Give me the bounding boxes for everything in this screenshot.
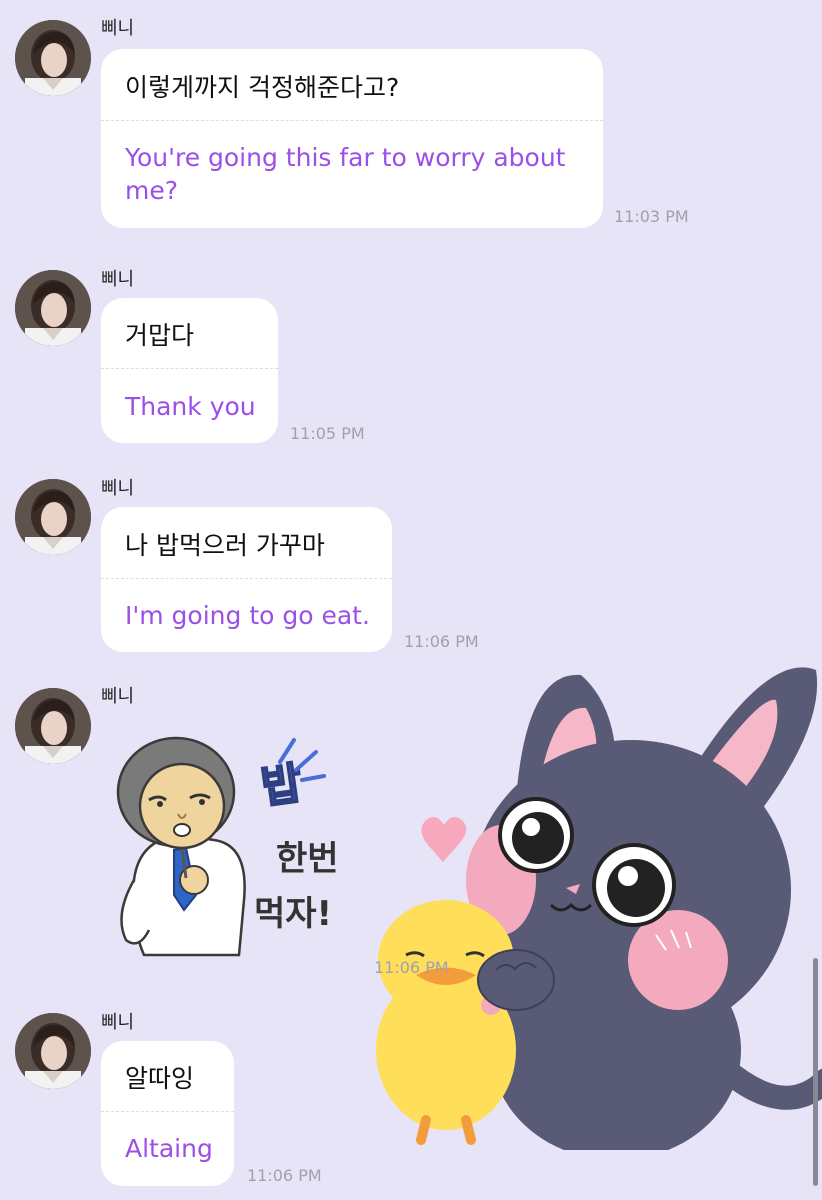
- message-bubble[interactable]: 알따잉 Altaing: [101, 1041, 234, 1186]
- bubble-divider: [101, 368, 278, 369]
- original-text: 나 밥먹으러 가꾸마: [125, 531, 325, 560]
- timestamp: 11:03 PM: [614, 207, 689, 226]
- timestamp: 11:05 PM: [290, 424, 365, 443]
- avatar[interactable]: [15, 688, 91, 764]
- avatar[interactable]: [15, 1013, 91, 1089]
- translation-text: I'm going to go eat.: [125, 601, 370, 630]
- original-text: 거맙다: [125, 321, 195, 350]
- sender-name: 삐니: [101, 1012, 135, 1033]
- original-text: 알따잉: [125, 1064, 195, 1093]
- sticker-text-3: 먹자!: [254, 894, 332, 934]
- sticker-text-2: 한번: [276, 839, 339, 879]
- original-text: 이렇게까지 걱정해준다고?: [125, 73, 400, 102]
- man-eating-sticker[interactable]: 밥 한번 먹자!: [104, 730, 374, 965]
- sender-name: 삐니: [101, 478, 135, 499]
- message-bubble[interactable]: 나 밥먹으러 가꾸마 I'm going to go eat.: [101, 507, 392, 652]
- timestamp: 11:06 PM: [374, 958, 449, 977]
- avatar[interactable]: [15, 270, 91, 346]
- sender-name: 삐니: [101, 18, 135, 39]
- translation-text: You're going this far to worry about me?: [125, 143, 566, 205]
- bunny-cat-with-duckling-sticker[interactable]: [366, 650, 822, 1150]
- bubble-divider: [101, 1111, 234, 1112]
- timestamp: 11:06 PM: [247, 1166, 322, 1185]
- translation-text: Thank you: [125, 392, 256, 421]
- sender-name: 삐니: [101, 686, 135, 707]
- scrollbar[interactable]: [813, 958, 818, 1186]
- avatar[interactable]: [15, 20, 91, 96]
- avatar[interactable]: [15, 479, 91, 555]
- bubble-divider: [101, 120, 603, 121]
- message-bubble[interactable]: 거맙다 Thank you: [101, 298, 278, 443]
- translation-text: Altaing: [125, 1134, 213, 1163]
- bubble-divider: [101, 578, 392, 579]
- message-bubble[interactable]: 이렇게까지 걱정해준다고? You're going this far to w…: [101, 49, 603, 228]
- timestamp: 11:06 PM: [404, 632, 479, 651]
- sender-name: 삐니: [101, 269, 135, 290]
